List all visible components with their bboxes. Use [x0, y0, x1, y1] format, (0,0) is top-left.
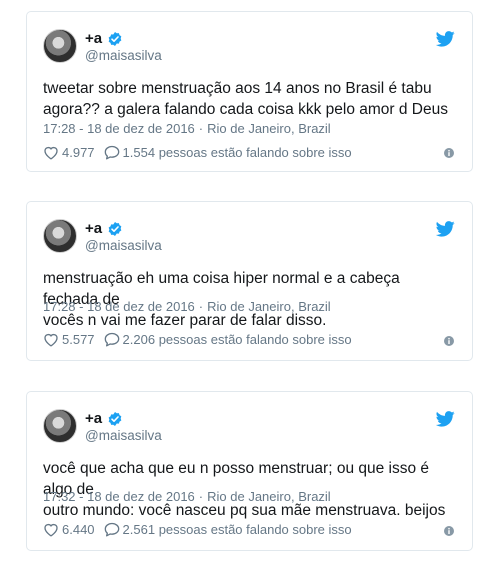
avatar[interactable]	[43, 219, 77, 253]
author-row: +a	[85, 410, 123, 427]
author-row: +a	[85, 30, 123, 47]
like-button[interactable]: 5.577	[43, 332, 95, 347]
info-circle-icon[interactable]	[444, 336, 454, 346]
reply-summary: 1.554 pessoas estão falando sobre isso	[122, 145, 352, 160]
author-handle[interactable]: @maisasilva	[85, 238, 162, 253]
tweet-location[interactable]: Rio de Janeiro, Brazil	[207, 121, 331, 136]
tweet-meta: 17:28 - 18 de dez de 2016 · Rio de Janeiro…	[43, 121, 331, 137]
author-handle[interactable]: @maisasilva	[85, 428, 162, 443]
reply-summary: 2.206 pessoas estão falando sobre isso	[122, 332, 352, 347]
speech-bubble-icon	[104, 332, 119, 347]
reply-summary: 2.561 pessoas estão falando sobre isso	[122, 522, 352, 537]
author-handle[interactable]: @maisasilva	[85, 48, 162, 63]
info-circle-icon[interactable]	[444, 526, 454, 536]
meta-separator: ·	[198, 489, 204, 504]
tweet-meta: 17:32 - 18 de dez de 2016 · Rio de Janeiro…	[43, 489, 331, 505]
tweet-meta: 17:28 - 18 de dez de 2016 · Rio de Janeiro…	[43, 299, 331, 315]
tweet-actions: 4.977 1.554 pessoas estão falando sobre …	[43, 145, 352, 160]
tweet-actions: 5.577 2.206 pessoas estão falando sobre …	[43, 332, 352, 347]
speech-bubble-icon	[104, 522, 119, 537]
twitter-bird-icon[interactable]	[436, 411, 455, 427]
reply-button[interactable]: 2.206 pessoas estão falando sobre isso	[104, 332, 352, 347]
meta-separator: ·	[198, 121, 204, 136]
tweet-text: tweetar sobre menstruação aos 14 anos no…	[43, 80, 448, 118]
verified-badge-icon	[108, 221, 122, 236]
verified-badge-icon	[108, 31, 122, 46]
tweet-card-1[interactable]: +a @maisasilva tweetar sobre menstruação…	[26, 11, 473, 172]
twitter-bird-icon[interactable]	[436, 221, 455, 237]
like-count: 5.577	[62, 332, 95, 347]
tweet-actions: 6.440 2.561 pessoas estão falando sobre …	[43, 522, 352, 537]
meta-separator: ·	[198, 299, 204, 314]
avatar[interactable]	[43, 29, 77, 63]
tweet-location[interactable]: Rio de Janeiro, Brazil	[207, 299, 331, 314]
like-count: 6.440	[62, 522, 95, 537]
like-button[interactable]: 6.440	[43, 522, 95, 537]
tweet-location[interactable]: Rio de Janeiro, Brazil	[207, 489, 331, 504]
tweet-card-2[interactable]: +a @maisasilva menstruação eh uma coisa …	[26, 201, 473, 361]
heart-icon	[44, 333, 58, 347]
tweet-card-3[interactable]: +a @maisasilva você que acha que eu n po…	[26, 391, 473, 551]
avatar[interactable]	[43, 409, 77, 443]
tweet-timestamp[interactable]: 17:32 - 18 de dez de 2016	[43, 489, 195, 504]
tweet-timestamp[interactable]: 17:28 - 18 de dez de 2016	[43, 299, 195, 314]
twitter-bird-icon[interactable]	[436, 31, 455, 47]
like-button[interactable]: 4.977	[43, 145, 95, 160]
author-row: +a	[85, 220, 123, 237]
like-count: 4.977	[62, 145, 95, 160]
info-circle-icon[interactable]	[444, 148, 454, 158]
display-name[interactable]: +a	[85, 220, 102, 237]
speech-bubble-icon	[104, 145, 119, 160]
heart-icon	[44, 523, 58, 537]
display-name[interactable]: +a	[85, 30, 102, 47]
reply-button[interactable]: 1.554 pessoas estão falando sobre isso	[104, 145, 352, 160]
display-name[interactable]: +a	[85, 410, 102, 427]
heart-icon	[44, 146, 58, 160]
tweet-timestamp[interactable]: 17:28 - 18 de dez de 2016	[43, 121, 195, 136]
verified-badge-icon	[108, 411, 122, 426]
reply-button[interactable]: 2.561 pessoas estão falando sobre isso	[104, 522, 352, 537]
